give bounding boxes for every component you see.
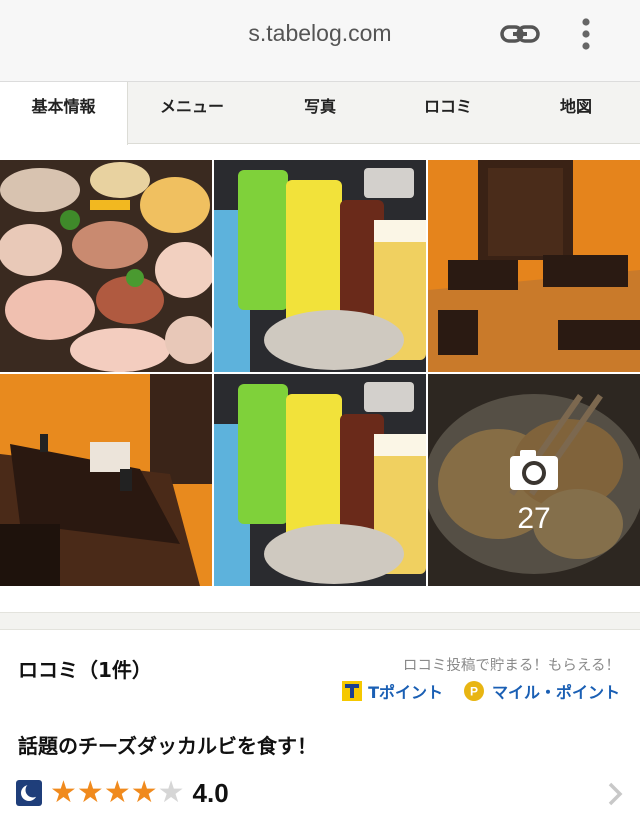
chevron-right-icon[interactable]	[604, 780, 626, 808]
star-rating: ★ ★ ★ ★ ★	[50, 778, 185, 808]
tab-basic-info[interactable]: 基本情報	[0, 82, 128, 145]
tpoint-icon	[342, 681, 363, 701]
tab-reviews[interactable]: ロコミ	[384, 82, 512, 144]
food-platter-photo[interactable]	[0, 160, 212, 372]
tab-map[interactable]: 地図	[512, 82, 640, 144]
section-divider	[0, 612, 640, 630]
moon-icon	[16, 780, 42, 806]
tpoint-link[interactable]: Tポイント	[368, 679, 443, 703]
photo-grid: 27	[0, 160, 640, 586]
points-links: Tポイント P マイル・ポイント	[342, 678, 620, 704]
review-rating: ★ ★ ★ ★ ★ 4.0	[16, 776, 229, 810]
reviews-title: ロコミ（1件）	[18, 658, 152, 682]
private-room-photo[interactable]	[428, 160, 640, 372]
tab-menu[interactable]: メニュー	[128, 82, 256, 144]
tab-photos[interactable]: 写真	[256, 82, 384, 144]
star-filled-icon: ★	[76, 775, 104, 810]
table-seating-photo[interactable]	[0, 374, 212, 586]
star-filled-icon: ★	[50, 775, 77, 810]
svg-text:P: P	[470, 685, 478, 699]
browser-address-bar: s.tabelog.com	[0, 0, 640, 82]
drinks-photo-2[interactable]	[214, 374, 426, 586]
camera-icon	[510, 450, 558, 490]
star-filled-icon: ★	[130, 775, 158, 810]
point-coin-icon: P	[463, 681, 484, 701]
url-text[interactable]: s.tabelog.com	[0, 20, 640, 47]
tab-bar: 基本情報 メニュー 写真 ロコミ 地図	[0, 82, 640, 145]
link-icon[interactable]	[500, 20, 540, 48]
review-promo-text: ロコミ投稿で貯まる！もらえる！	[402, 658, 620, 674]
fried-chicken-photo[interactable]: 27	[428, 374, 640, 586]
rating-score: 4.0	[192, 777, 229, 808]
more-vertical-icon[interactable]	[574, 14, 598, 54]
photo-count: 27	[517, 502, 551, 535]
review-headline[interactable]: 話題のチーズダッカルビを食す！	[18, 730, 317, 759]
drinks-photo[interactable]	[214, 160, 426, 372]
star-filled-icon: ★	[103, 775, 131, 810]
mile-point-link[interactable]: マイル・ポイント	[492, 679, 620, 703]
star-empty-icon: ★	[157, 775, 185, 810]
